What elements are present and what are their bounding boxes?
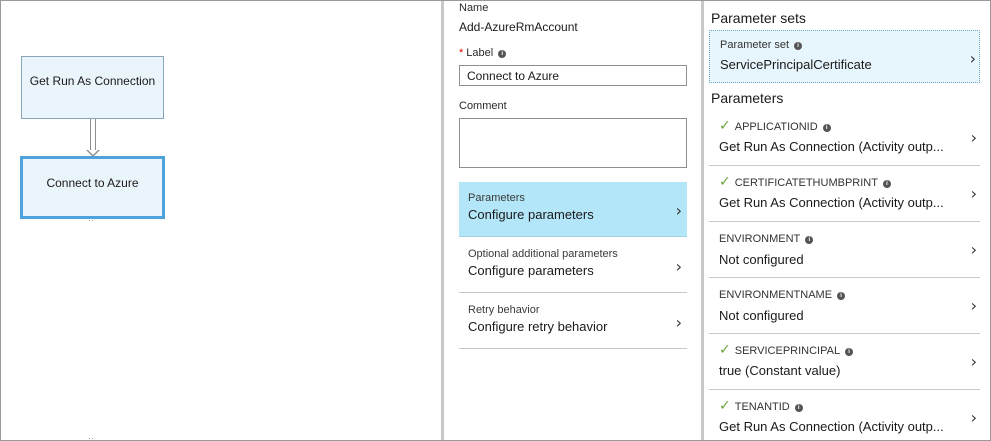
info-icon[interactable]: i [837, 292, 846, 300]
chevron-right-icon: › [675, 257, 682, 276]
info-icon[interactable]: i [794, 404, 803, 412]
chevron-right-icon: › [675, 313, 682, 332]
chevron-right-icon: › [970, 128, 977, 147]
parameter-set-value: ServicePrincipalCertificate [720, 57, 872, 72]
chevron-right-icon: › [969, 49, 976, 68]
connector-handle-icon: ·· [88, 215, 94, 225]
info-icon[interactable]: i [882, 180, 891, 188]
activity-connect-to-azure[interactable]: Connect to Azure [20, 156, 165, 219]
menu-item-retry-behavior[interactable]: Retry behavior Configure retry behavior … [459, 294, 687, 349]
panel-divider [441, 1, 444, 440]
name-value: Add-AzureRmAccount [459, 20, 578, 34]
comment-input[interactable] [459, 118, 687, 168]
comment-label: Comment [459, 100, 507, 112]
parameter-serviceprincipal[interactable]: ✓ SERVICEPRINCIPAL i true (Constant value)… [709, 334, 980, 390]
runbook-canvas[interactable]: Get Run As Connection Connect to Azure ·… [1, 1, 441, 441]
connector-handle-icon: ·· [88, 433, 94, 441]
info-icon[interactable]: i [805, 236, 814, 244]
checkmark-icon: ✓ [719, 398, 731, 414]
activity-label: Connect to Azure [46, 176, 139, 190]
info-icon[interactable]: i [498, 50, 507, 58]
parameters-panel: Parameter sets Parameter set i ServicePri… [704, 1, 990, 440]
parameter-sets-heading: Parameter sets [711, 10, 806, 26]
parameter-set-selector[interactable]: Parameter set i ServicePrincipalCertifica… [709, 30, 980, 83]
menu-item-optional-parameters[interactable]: Optional additional parameters Configure… [459, 238, 687, 293]
label-field-label: * Label i [459, 47, 507, 59]
chevron-right-icon: › [970, 296, 977, 315]
activity-get-run-as-connection[interactable]: Get Run As Connection [21, 56, 164, 119]
checkmark-icon: ✓ [719, 342, 731, 358]
parameter-environment[interactable]: ENVIRONMENT i Not configured › [709, 222, 980, 278]
parameter-tenantid[interactable]: ✓ TENANTID i Get Run As Connection (Activi… [709, 390, 980, 441]
activity-properties-panel: Name Add-AzureRmAccount *Labeli Comment … [445, 1, 701, 440]
checkmark-icon: ✓ [719, 174, 731, 190]
menu-item-parameters[interactable]: Parameters Configure parameters › [459, 182, 687, 237]
label-input[interactable] [459, 65, 687, 86]
chevron-right-icon: › [970, 352, 977, 371]
parameter-certificatethumbprint[interactable]: ✓ CERTIFICATETHUMBPRINT i Get Run As Conne… [709, 166, 980, 222]
parameters-heading: Parameters [711, 90, 784, 106]
chevron-right-icon: › [970, 408, 977, 427]
info-icon[interactable]: i [794, 42, 803, 50]
parameter-applicationid[interactable]: ✓ APPLICATIONID i Get Run As Connection (A… [709, 110, 980, 166]
chevron-right-icon: › [970, 184, 977, 203]
info-icon[interactable]: i [845, 348, 854, 356]
activity-label: Get Run As Connection [29, 74, 156, 88]
activity-connector[interactable] [90, 119, 96, 150]
required-asterisk: * [459, 47, 464, 59]
info-icon[interactable]: i [822, 124, 831, 132]
parameter-set-label: Parameter set [720, 39, 790, 51]
chevron-right-icon: › [970, 240, 977, 259]
name-label: Name [459, 2, 489, 14]
chevron-right-icon: › [675, 201, 682, 220]
checkmark-icon: ✓ [719, 118, 731, 134]
parameter-environmentname[interactable]: ENVIRONMENTNAME i Not configured › [709, 278, 980, 334]
